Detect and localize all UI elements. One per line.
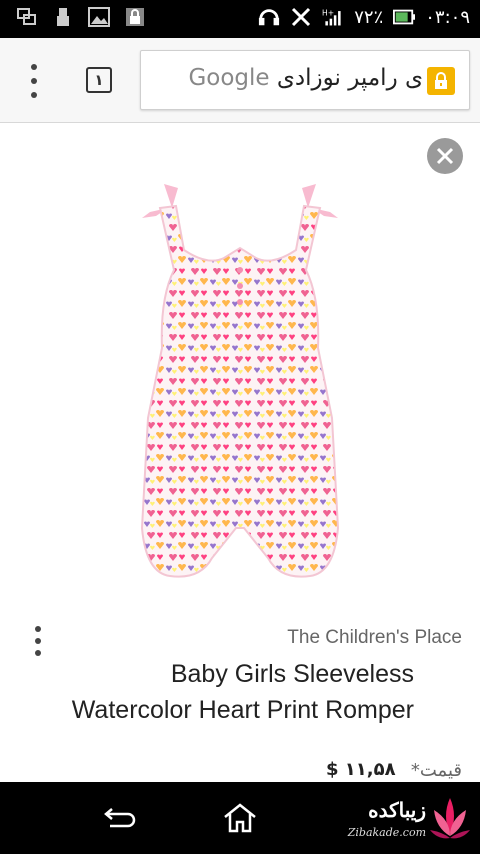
close-icon <box>436 147 454 165</box>
back-button[interactable] <box>98 796 142 840</box>
lock-screen-icon <box>124 6 146 28</box>
search-engine-label: Google <box>188 65 270 91</box>
battery-percent: ۷۲٪ <box>354 6 384 28</box>
back-icon <box>104 808 136 828</box>
browser-toolbar: ۱ ی رامپر نوزادی Google <box>0 38 480 123</box>
browser-menu-button[interactable] <box>26 64 42 98</box>
headset-icon <box>258 6 280 28</box>
usb-icon <box>52 6 74 28</box>
watermark-text: زیباکده <box>368 798 426 822</box>
dot <box>31 64 37 70</box>
signal-strength-icon: H+ <box>322 6 344 28</box>
lotus-icon <box>430 798 470 839</box>
more-options-button[interactable] <box>33 626 43 656</box>
address-bar-text: ی رامپر نوزادی Google <box>188 65 423 91</box>
svg-text:H+: H+ <box>322 8 334 17</box>
tab-switcher-button[interactable]: ۱ <box>86 67 112 93</box>
status-bar: H+ ۷۲٪ ۰۳:۰۹ <box>0 0 480 38</box>
dot <box>31 78 37 84</box>
image-icon <box>88 6 110 28</box>
dot <box>35 650 41 656</box>
dot <box>35 626 41 632</box>
notification-icons <box>16 6 146 28</box>
no-signal-icon <box>290 6 312 28</box>
screen-mirror-icon <box>16 6 38 28</box>
address-bar[interactable]: ی رامپر نوزادی Google <box>140 50 470 110</box>
watermark-url: Zibakade.com <box>347 826 426 839</box>
dot <box>35 638 41 644</box>
home-icon <box>224 803 256 833</box>
secure-lock-icon[interactable] <box>427 67 455 95</box>
product-title-line-1[interactable]: Baby Girls Sleeveless <box>171 660 414 689</box>
search-query: ی رامپر نوزادی <box>276 65 423 91</box>
dot <box>31 92 37 98</box>
product-image[interactable] <box>120 178 360 588</box>
merchant-name[interactable]: The Children's Place <box>287 627 462 649</box>
home-button[interactable] <box>218 796 262 840</box>
product-title-line-2[interactable]: Watercolor Heart Print Romper <box>72 696 414 725</box>
clock: ۰۳:۰۹ <box>425 6 470 28</box>
system-icons: H+ ۷۲٪ ۰۳:۰۹ <box>258 6 470 28</box>
watermark-logo: زیباکده Zibakade.com <box>322 790 472 850</box>
price-value: $ ۱۱,۵۸ <box>326 759 396 780</box>
price-label: قیمت* <box>410 760 462 781</box>
navigation-bar: زیباکده Zibakade.com <box>0 782 480 854</box>
battery-icon <box>393 6 416 28</box>
close-button[interactable] <box>427 138 463 174</box>
